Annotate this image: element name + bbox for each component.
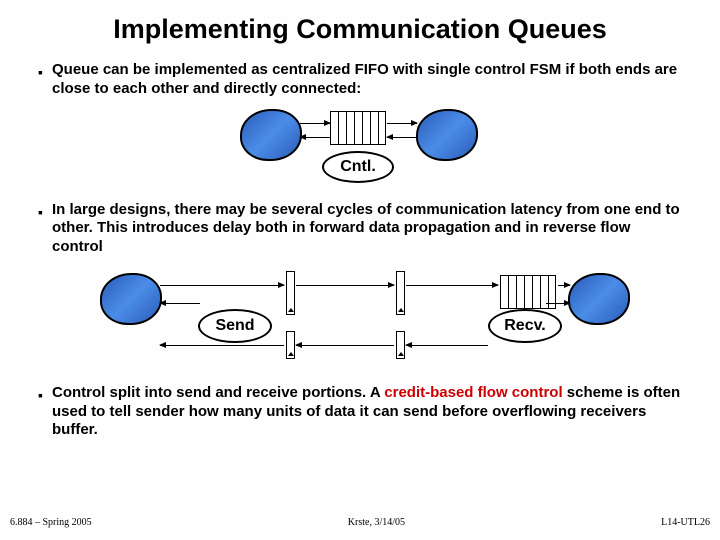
register-icon [396, 271, 405, 315]
node-left-icon [100, 273, 162, 325]
register-icon [396, 331, 405, 359]
arrow-icon [296, 345, 394, 346]
arrow-icon [558, 285, 570, 286]
bullet-item: ▪ Control split into send and receive po… [0, 384, 720, 440]
footer-right: L14-UTL26 [661, 517, 710, 528]
arrow-icon [406, 345, 488, 346]
arrow-icon [300, 123, 330, 124]
bullet-text: Control split into send and receive port… [52, 384, 682, 440]
arrow-icon [160, 285, 284, 286]
diagram-send-receive: Send Recv. [70, 263, 650, 378]
bullet-text: Queue can be implemented as centralized … [52, 61, 682, 99]
page-title: Implementing Communication Queues [0, 0, 720, 45]
arrow-icon [160, 303, 200, 304]
bullet-icon: ▪ [38, 61, 52, 99]
register-icon [286, 331, 295, 359]
recv-label: Recv. [488, 309, 562, 343]
arrow-icon [406, 285, 498, 286]
register-icon [286, 271, 295, 315]
bullet-icon: ▪ [38, 384, 52, 440]
bullet-item: ▪ Queue can be implemented as centralize… [0, 61, 720, 99]
fifo-icon [330, 111, 386, 145]
footer: 6.884 – Spring 2005 Krste, 3/14/05 L14-U… [0, 517, 720, 528]
node-right-icon [416, 109, 478, 161]
bullet-icon: ▪ [38, 201, 52, 257]
footer-left: 6.884 – Spring 2005 [10, 517, 92, 528]
arrow-icon [546, 303, 570, 304]
arrow-icon [387, 137, 417, 138]
text-segment: Control split into send and receive port… [52, 384, 384, 401]
arrow-icon [387, 123, 417, 124]
node-left-icon [240, 109, 302, 161]
bullet-text: In large designs, there may be several c… [52, 201, 682, 257]
send-label: Send [198, 309, 272, 343]
bullet-item: ▪ In large designs, there may be several… [0, 201, 720, 257]
highlight-term: credit-based flow control [384, 384, 562, 401]
diagram-centralized-fifo: Cntl. [190, 103, 530, 193]
arrow-icon [300, 137, 330, 138]
node-right-icon [568, 273, 630, 325]
control-label: Cntl. [322, 151, 394, 183]
footer-center: Krste, 3/14/05 [348, 517, 405, 528]
arrow-icon [296, 285, 394, 286]
arrow-icon [160, 345, 284, 346]
